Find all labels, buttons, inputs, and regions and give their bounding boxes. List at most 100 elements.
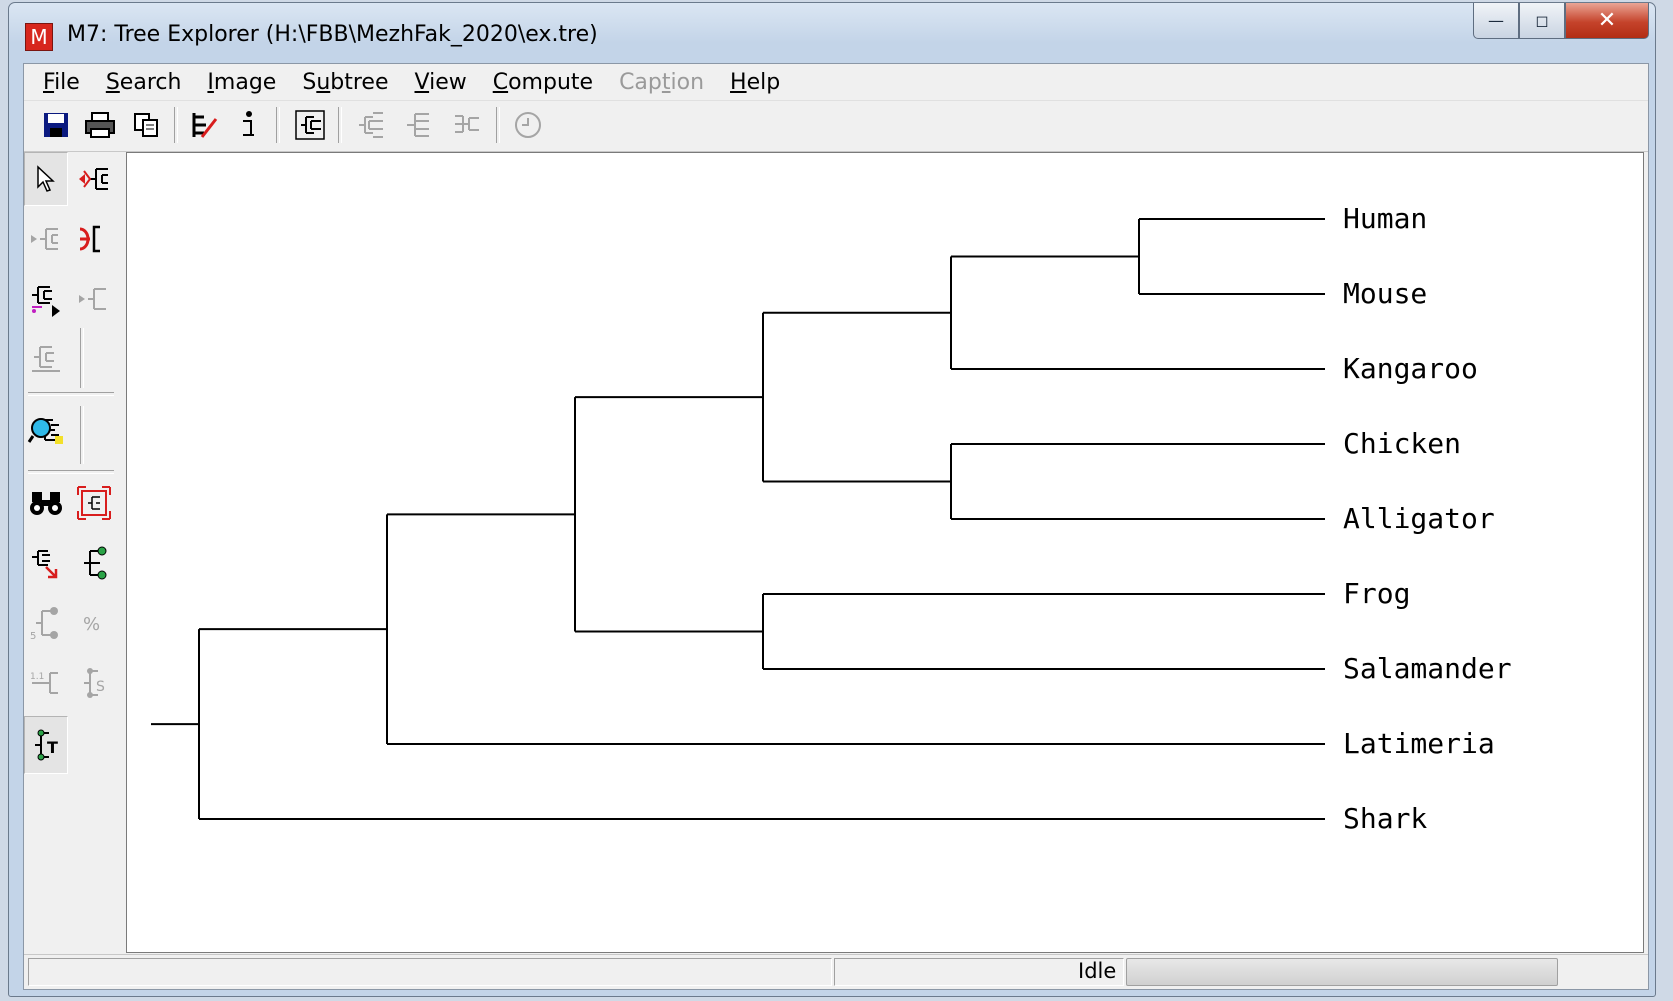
- scale-bar-tool[interactable]: 1.1: [24, 656, 68, 710]
- svg-text:T: T: [47, 738, 58, 757]
- tree-style-3-icon: [407, 113, 429, 137]
- svg-text:%: %: [83, 614, 100, 635]
- close-button[interactable]: ✕: [1565, 3, 1649, 39]
- scale-bar-icon: 1.1: [30, 672, 58, 694]
- client-area: File Search Image Subtree View Compute C…: [23, 63, 1649, 990]
- taxon-label[interactable]: Mouse: [1343, 277, 1427, 310]
- svg-text:S: S: [96, 679, 105, 695]
- tree-style-button[interactable]: [290, 105, 330, 145]
- minimize-icon: —: [1488, 11, 1504, 30]
- tree-style-3-button[interactable]: [400, 105, 440, 145]
- swap-subtree-tool[interactable]: [24, 272, 68, 326]
- print-icon: [85, 112, 115, 138]
- svg-text:1.1: 1.1: [30, 672, 44, 682]
- swap-subtree-icon: [32, 286, 60, 317]
- toolbar-separator: [496, 107, 500, 143]
- tree-options-button[interactable]: [184, 105, 224, 145]
- tree-style-2-icon: [359, 112, 383, 138]
- taxon-label[interactable]: Alligator: [1343, 502, 1495, 535]
- timer-button[interactable]: [508, 105, 548, 145]
- pointer-icon: [37, 165, 55, 192]
- fit-to-window-icon: [77, 486, 111, 520]
- taxon-label[interactable]: Chicken: [1343, 427, 1461, 460]
- tree-style-4-icon: [455, 115, 479, 133]
- phylogenetic-tree: Human Mouse Kangaroo Chicken Alligator Frog Sa…: [151, 202, 1512, 835]
- print-button[interactable]: [80, 105, 120, 145]
- fit-to-window-tool[interactable]: [72, 476, 116, 530]
- taxon-label[interactable]: Shark: [1343, 802, 1427, 835]
- tree-style-icon: [295, 110, 325, 140]
- menu-image[interactable]: Image: [194, 70, 289, 95]
- percent-icon: %: [83, 614, 100, 635]
- save-button[interactable]: [36, 105, 76, 145]
- menu-help[interactable]: Help: [717, 70, 793, 95]
- maximize-icon: ◻: [1535, 11, 1549, 30]
- expand-subtree-tool[interactable]: [72, 272, 116, 326]
- taxon-label[interactable]: Salamander: [1343, 652, 1512, 685]
- info-button[interactable]: [228, 105, 268, 145]
- menu-search[interactable]: Search: [93, 70, 195, 95]
- subtree-options-icon: [32, 346, 60, 372]
- branch-length-icon: 5: [30, 607, 58, 641]
- zoom-tree-tool[interactable]: [24, 536, 68, 590]
- menu-compute[interactable]: Compute: [480, 70, 606, 95]
- window-controls: — ◻ ✕: [1473, 3, 1649, 41]
- app-icon[interactable]: M: [25, 23, 53, 51]
- node-marker-icon: [84, 546, 107, 580]
- toolbar-separator: [174, 107, 178, 143]
- menu-view[interactable]: View: [402, 70, 480, 95]
- search-tree-icon: [27, 418, 63, 444]
- menu-subtree[interactable]: Subtree: [289, 70, 401, 95]
- tree-canvas[interactable]: Human Mouse Kangaroo Chicken Alligator Frog Sa…: [126, 152, 1644, 953]
- binoculars-icon: [30, 492, 62, 515]
- flip-subtree-tool[interactable]: [24, 212, 68, 266]
- menu-caption[interactable]: Caption: [606, 70, 717, 95]
- minimize-button[interactable]: —: [1473, 3, 1519, 39]
- subtree-options-tool[interactable]: [24, 332, 68, 386]
- close-icon: ✕: [1597, 8, 1617, 33]
- copy-icon: [134, 113, 158, 137]
- search-tree-tool[interactable]: [24, 402, 68, 456]
- tool-sidebar: 5 % 1.1 S T: [24, 152, 124, 953]
- info-icon: [243, 111, 254, 136]
- svg-text:5: 5: [30, 631, 36, 641]
- copy-button[interactable]: [126, 105, 166, 145]
- taxon-label[interactable]: Kangaroo: [1343, 352, 1478, 385]
- tool-separator: [28, 392, 114, 396]
- clock-icon: [515, 112, 541, 138]
- status-pane-left: [28, 958, 832, 986]
- bootstrap-icon: S: [84, 668, 105, 698]
- tree-style-4-button[interactable]: [448, 105, 488, 145]
- status-text: Idle: [1078, 959, 1117, 983]
- maximize-button[interactable]: ◻: [1519, 3, 1565, 39]
- tree-style-2-button[interactable]: [352, 105, 392, 145]
- taxon-label[interactable]: Frog: [1343, 577, 1410, 610]
- pointer-tool[interactable]: [24, 152, 68, 206]
- percent-tool[interactable]: %: [72, 596, 116, 650]
- node-marker-tool[interactable]: [72, 536, 116, 590]
- branch-length-tool[interactable]: 5: [24, 596, 68, 650]
- topology-tool[interactable]: T: [24, 716, 68, 774]
- save-icon: [44, 113, 68, 137]
- find-tool[interactable]: [24, 476, 68, 530]
- tool-separator: [80, 328, 84, 388]
- reroot-icon: [79, 168, 108, 190]
- menu-bar: File Search Image Subtree View Compute C…: [24, 64, 1648, 101]
- compress-subtree-tool[interactable]: [72, 212, 116, 266]
- taxon-label[interactable]: Human: [1343, 202, 1427, 235]
- tree-explorer-window: M M7: Tree Explorer (H:\FBB\MezhFak_2020…: [8, 2, 1656, 997]
- bootstrap-tool[interactable]: S: [72, 656, 116, 710]
- compress-subtree-icon: [79, 225, 100, 253]
- tool-separator: [28, 470, 114, 474]
- zoom-tree-icon: [32, 550, 58, 579]
- menu-file[interactable]: File: [30, 70, 93, 95]
- title-bar[interactable]: M M7: Tree Explorer (H:\FBB\MezhFak_2020…: [9, 3, 1655, 63]
- progress-bar: [1126, 958, 1558, 986]
- tool-separator: [80, 406, 84, 464]
- reroot-tool[interactable]: [72, 152, 116, 206]
- taxon-label[interactable]: Latimeria: [1343, 727, 1495, 760]
- toolbar: [24, 101, 1648, 152]
- flip-subtree-icon: [31, 228, 58, 250]
- toolbar-separator: [338, 107, 342, 143]
- status-bar: Idle: [24, 954, 1648, 989]
